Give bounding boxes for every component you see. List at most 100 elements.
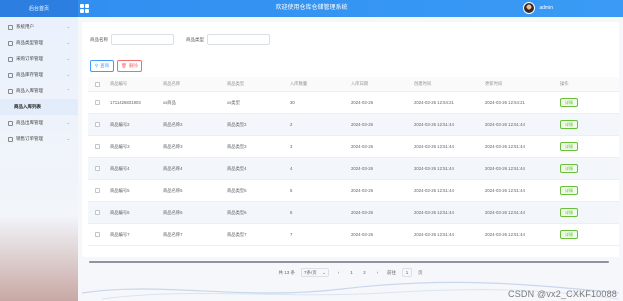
column-header[interactable]: 创建时间 — [410, 81, 481, 87]
table-row[interactable]: 商品编号3 商品名称3 商品类型3 3 2024-03-26 2024-03-26 12:… — [88, 136, 619, 158]
table-cell: 2024-03-26 12:54:21 — [485, 100, 525, 105]
table-cell: 2024-03-26 12:51:44 — [414, 144, 454, 149]
column-header[interactable]: 更新时间 — [481, 81, 556, 87]
table-cell: 2024-03-26 — [351, 210, 373, 215]
search-icon: ⚲ — [94, 63, 99, 68]
sidebar-item-outbound[interactable]: 商品出库管理 ⌄ — [0, 115, 78, 131]
detail-button[interactable]: 详情 — [560, 142, 578, 151]
chevron-down-icon: ⌄ — [66, 24, 70, 29]
chevron-down-icon: ⌄ — [66, 56, 70, 61]
prev-page-button[interactable]: ‹ — [335, 270, 342, 275]
table-cell: 2024-03-26 12:51:44 — [485, 144, 525, 149]
table-cell: 2024-03-26 — [351, 122, 373, 127]
table-cell: 5 — [290, 188, 293, 193]
chevron-down-icon: ⌄ — [66, 72, 70, 77]
row-checkbox[interactable] — [94, 188, 100, 193]
table-cell: 6 — [290, 210, 293, 215]
column-header[interactable]: 入库日期 — [347, 81, 410, 87]
row-checkbox[interactable] — [94, 122, 100, 127]
sidebar-item-users[interactable]: 系统用户 ⌄ — [0, 19, 78, 35]
detail-button[interactable]: 详情 — [560, 164, 578, 173]
total-count: 共 13 条 — [278, 269, 295, 275]
row-checkbox[interactable] — [94, 166, 100, 171]
table-row[interactable]: 商品编号2 商品名称2 商品类型2 2 2024-03-26 2024-03-26 12:… — [88, 114, 619, 136]
table-cell: 2024-03-26 12:51:44 — [485, 232, 525, 237]
table-cell: 商品类型4 — [227, 165, 247, 171]
pagination: 共 13 条 7条/页 ⌄ ‹ 1 2 › 前往 1 页 — [82, 268, 619, 277]
main-content: 商品名称 商品类型 ⚲ 查询 🗑 删除 商品编号 商品名称 商品类型 入库数量 … — [78, 17, 623, 301]
table-row[interactable]: 1711426831903 xx商品 xx类型 30 2024-03-26 2024-03… — [88, 92, 619, 114]
row-checkbox[interactable] — [94, 100, 100, 105]
detail-button[interactable]: 详情 — [560, 120, 578, 129]
table-cell: 30 — [290, 100, 295, 105]
sidebar-item-purchase[interactable]: 采购订单管理 ⌄ — [0, 51, 78, 67]
sidebar-item-product-type[interactable]: 商品类型管理 ⌄ — [0, 35, 78, 51]
table-cell: 2024-03-26 12:51:44 — [414, 188, 454, 193]
table-cell: 商品名称4 — [163, 165, 183, 171]
sidebar-item-inbound[interactable]: 商品入库管理 ⌃ — [0, 83, 78, 99]
row-checkbox[interactable] — [94, 210, 100, 215]
table-cell: 商品编号7 — [110, 231, 130, 237]
detail-button[interactable]: 详情 — [560, 230, 578, 239]
page-number-1[interactable]: 1 — [348, 270, 355, 275]
cart-icon — [8, 56, 13, 62]
sidebar-item-label: 商品入库管理 — [16, 88, 43, 93]
detail-button[interactable]: 详情 — [560, 98, 578, 107]
table-cell: 2024-03-26 — [351, 100, 373, 105]
table-cell: 商品类型3 — [227, 143, 247, 149]
table-cell: 2024-03-26 12:51:44 — [414, 166, 454, 171]
sidebar-item-label: 商品类型管理 — [16, 40, 43, 45]
table-cell: 商品编号5 — [110, 187, 130, 193]
select-all-checkbox[interactable] — [94, 81, 100, 87]
table-cell: 2024-03-26 — [351, 188, 373, 193]
table-cell: 商品名称2 — [163, 121, 183, 127]
row-checkbox[interactable] — [94, 232, 100, 237]
page-number-2[interactable]: 2 — [361, 270, 368, 275]
column-header[interactable]: 商品名称 — [159, 81, 223, 87]
table-cell: 商品类型7 — [227, 231, 247, 237]
horizontal-scrollbar[interactable] — [88, 260, 619, 264]
delete-button[interactable]: 🗑 删除 — [117, 60, 142, 72]
product-name-input[interactable] — [111, 34, 174, 45]
scrollbar-thumb[interactable] — [89, 261, 609, 263]
sidebar-item-label: 商品入库列表 — [14, 104, 41, 109]
table-cell: 商品类型5 — [227, 187, 247, 193]
user-menu[interactable]: admin — [523, 2, 553, 14]
sidebar-item-label: 商品出库管理 — [16, 120, 43, 125]
detail-button[interactable]: 详情 — [560, 208, 578, 217]
sidebar-item-sales[interactable]: 销售订单管理 ⌄ — [0, 131, 78, 147]
page-size-select[interactable]: 7条/页 ⌄ — [301, 268, 329, 277]
product-type-input[interactable] — [207, 34, 270, 45]
table-cell: xx商品 — [163, 99, 176, 105]
goto-label: 前往 — [387, 269, 396, 275]
search-button[interactable]: ⚲ 查询 — [90, 60, 114, 72]
table-cell: 2024-03-26 12:51:44 — [485, 210, 525, 215]
row-checkbox[interactable] — [94, 144, 100, 149]
table-cell: 2024-03-26 12:51:44 — [485, 166, 525, 171]
avatar[interactable] — [523, 2, 536, 14]
box-icon — [8, 72, 13, 78]
table-cell: 商品名称5 — [163, 187, 183, 193]
next-page-button[interactable]: › — [374, 270, 381, 275]
goto-page-input[interactable]: 1 — [402, 268, 412, 277]
column-header[interactable]: 商品类型 — [223, 81, 286, 87]
sidebar-item-label: 采购订单管理 — [16, 56, 43, 61]
outbound-icon — [8, 120, 13, 126]
table-row[interactable]: 商品编号6 商品名称6 商品类型6 6 2024-03-26 2024-03-26 12:… — [88, 202, 619, 224]
table-cell: 7 — [290, 232, 293, 237]
column-header[interactable]: 商品编号 — [106, 81, 159, 87]
sidebar-item-inventory[interactable]: 商品库存管理 ⌄ — [0, 67, 78, 83]
table-cell: 商品类型2 — [227, 121, 247, 127]
table-cell: 商品编号3 — [110, 143, 130, 149]
top-bar: 后台首页 欢迎使用仓库仓储管理系统 admin — [0, 0, 623, 17]
sidebar-item-inbound-list[interactable]: 商品入库列表 — [0, 99, 78, 115]
detail-button[interactable]: 详情 — [560, 186, 578, 195]
table-cell: 商品名称7 — [163, 231, 183, 237]
column-header[interactable]: 入库数量 — [286, 81, 347, 87]
table-row[interactable]: 商品编号4 商品名称4 商品类型4 4 2024-03-26 2024-03-26 12:… — [88, 158, 619, 180]
table-row[interactable]: 商品编号7 商品名称7 商品类型7 7 2024-03-26 2024-03-26 12:… — [88, 224, 619, 246]
table-row[interactable]: 商品编号5 商品名称5 商品类型5 5 2024-03-26 2024-03-26 12:… — [88, 180, 619, 202]
table-cell: 2024-03-26 12:51:44 — [414, 232, 454, 237]
chevron-down-icon: ⌄ — [66, 120, 70, 125]
table-cell: 2024-03-26 — [351, 232, 373, 237]
